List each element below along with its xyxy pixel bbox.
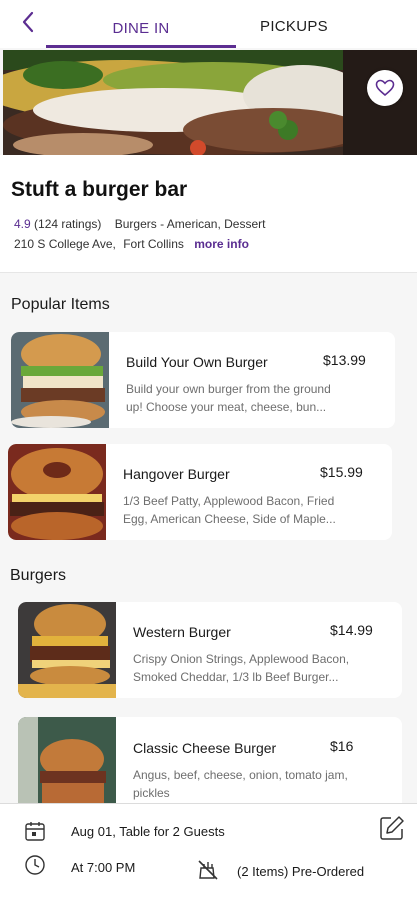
description-line: Smoked Cheddar, 1/3 lb Beef Burger... — [133, 670, 339, 684]
menu-item-description: 1/3 Beef Patty, Applewood Bacon, Fried E… — [123, 492, 355, 528]
back-arrow-icon — [22, 11, 34, 33]
rating-row: 4.9 (124 ratings) Burgers - American, De… — [14, 217, 265, 231]
restaurant-info: Stuft a burger bar 4.9 (124 ratings) Bur… — [0, 155, 417, 273]
edit-icon — [380, 816, 404, 840]
description-line: Crispy Onion Strings, Applewood Bacon, — [133, 652, 350, 666]
menu-item-card[interactable]: Build Your Own Burger $13.99 Build your … — [11, 332, 395, 428]
tab-dine-in[interactable]: DINE IN — [46, 20, 236, 37]
calendar-icon — [24, 820, 46, 842]
menu-item-card[interactable]: Classic Cheese Burger $16 Angus, beef, c… — [18, 717, 402, 803]
preordered-items-count[interactable]: (2 Items) Pre-Ordered — [237, 864, 364, 879]
description-line: up! Choose your meat, cheese, bun... — [126, 400, 327, 414]
edit-order-button[interactable] — [378, 814, 406, 842]
menu-item-image — [18, 717, 116, 803]
active-tab-indicator — [46, 45, 236, 48]
menu-item-description: Build your own burger from the ground up… — [126, 380, 358, 416]
menu-item-card[interactable]: Western Burger $14.99 Crispy Onion Strin… — [18, 602, 402, 698]
menu-item-card[interactable]: Hangover Burger $15.99 1/3 Beef Patty, A… — [8, 444, 392, 540]
section-title-popular: Popular Items — [11, 296, 110, 313]
order-summary-bar: Aug 01, Table for 2 Guests At 7:00 PM (2… — [0, 803, 417, 900]
top-tab-bar: DINE IN PICKUPS — [0, 0, 417, 48]
menu-item-price: $14.99 — [330, 622, 373, 638]
menu-item-price: $15.99 — [320, 464, 363, 480]
reservation-date-table: Aug 01, Table for 2 Guests — [71, 824, 225, 839]
no-food-icon — [196, 858, 220, 882]
address-row: 210 S College Ave, Fort Collins more inf… — [14, 237, 249, 251]
more-info-link[interactable]: more info — [194, 237, 249, 251]
tab-pickups[interactable]: PICKUPS — [236, 18, 352, 35]
description-line: Build your own burger from the ground — [126, 382, 331, 396]
reservation-time: At 7:00 PM — [71, 860, 136, 875]
description-line: pickles — [133, 786, 170, 800]
menu-item-description: Crispy Onion Strings, Applewood Bacon, S… — [133, 650, 365, 686]
menu-item-image — [18, 602, 116, 698]
menu-item-name: Build Your Own Burger — [126, 354, 268, 370]
menu-item-image — [11, 332, 109, 428]
rating-value: 4.9 — [14, 217, 31, 231]
heart-icon — [375, 79, 395, 97]
menu-item-image — [8, 444, 106, 540]
menu-item-price: $13.99 — [323, 352, 366, 368]
description-line: Egg, American Cheese, Side of Maple... — [123, 512, 336, 526]
menu-item-price: $16 — [330, 738, 354, 754]
favorite-button[interactable] — [367, 70, 403, 106]
description-line: Angus, beef, cheese, onion, tomato jam, — [133, 768, 348, 782]
menu-item-name: Classic Cheese Burger — [133, 740, 277, 756]
back-button[interactable] — [14, 8, 42, 36]
menu-item-name: Hangover Burger — [123, 466, 230, 482]
clock-icon — [24, 854, 46, 876]
address: 210 S College Ave, — [14, 237, 116, 251]
cuisine-list: Burgers - American, Dessert — [114, 217, 266, 231]
menu-item-name: Western Burger — [133, 624, 231, 640]
ratings-count: (124 ratings) — [34, 217, 102, 231]
section-title-burgers: Burgers — [10, 567, 67, 584]
restaurant-hero-image — [3, 50, 417, 155]
description-line: 1/3 Beef Patty, Applewood Bacon, Fried — [123, 494, 335, 508]
city: Fort Collins — [123, 237, 184, 251]
restaurant-name: Stuft a burger bar — [11, 178, 188, 201]
menu-item-description: Angus, beef, cheese, onion, tomato jam, … — [133, 766, 365, 802]
